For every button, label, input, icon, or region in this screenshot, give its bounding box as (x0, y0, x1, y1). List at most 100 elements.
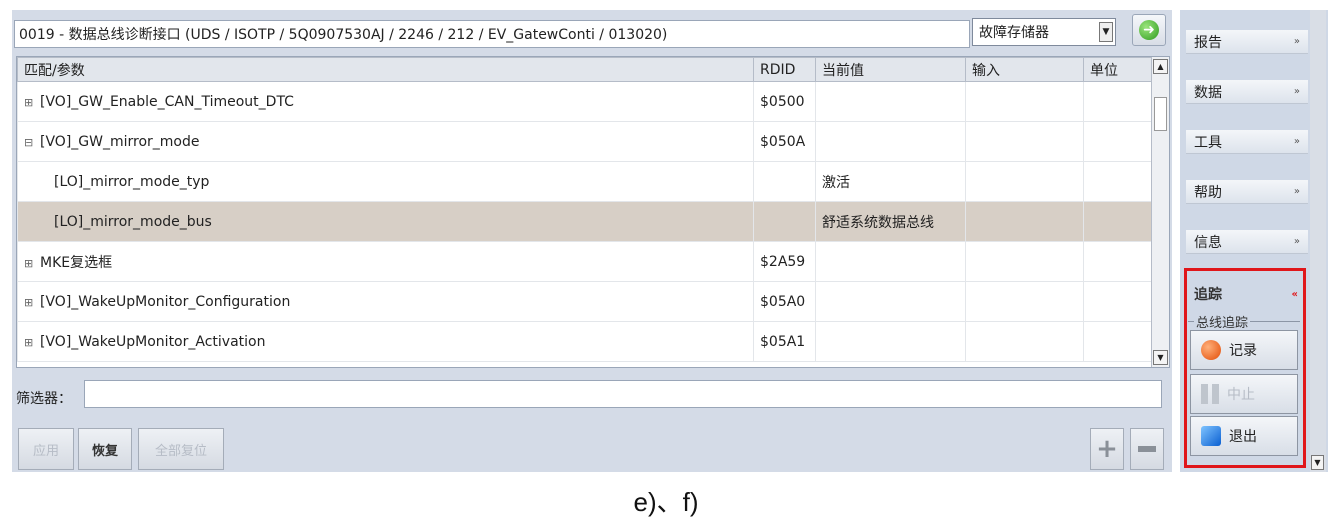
expand-icon[interactable]: ⊞ (24, 257, 34, 270)
expand-icon[interactable]: ⊞ (24, 296, 34, 309)
table-header-row: 匹配/参数 RDID 当前值 输入 单位 (17, 57, 1152, 82)
exit-label: 退出 (1229, 429, 1257, 445)
input-cell[interactable] (965, 121, 1084, 162)
exit-button[interactable]: 退出 (1190, 416, 1298, 456)
scroll-thumb[interactable] (1154, 97, 1167, 131)
unit-cell (1083, 321, 1152, 362)
adaptation-table: 匹配/参数 RDID 当前值 输入 单位 ⊞ [VO]_GW_Enable_CAN… (16, 56, 1170, 368)
table-row[interactable]: ⊟ [VO]_GW_mirror_mode $050A (17, 121, 1152, 162)
apply-button[interactable]: 应用 (18, 428, 74, 470)
value-cell: 舒适系统数据总线 (815, 201, 966, 242)
rdid-cell: $0500 (753, 81, 816, 122)
sidebar-item-label: 报告 (1194, 34, 1222, 51)
chevron-down-icon[interactable]: ▼ (1099, 22, 1113, 42)
value-cell (815, 121, 966, 162)
reset-all-button[interactable]: 全部复位 (138, 428, 224, 470)
scroll-up-icon[interactable]: ▲ (1153, 59, 1168, 74)
plus-icon: + (1096, 434, 1118, 464)
input-cell[interactable] (965, 201, 1084, 242)
column-header-unit[interactable]: 单位 (1083, 57, 1152, 82)
column-header-input[interactable]: 输入 (965, 57, 1084, 82)
column-header-parameter[interactable]: 匹配/参数 (17, 57, 754, 82)
chevron-down-icon: » (1293, 236, 1300, 247)
input-cell[interactable] (965, 81, 1084, 122)
unit-cell (1083, 201, 1152, 242)
table-row[interactable]: ⊞ [VO]_WakeUpMonitor_Activation $05A1 (17, 321, 1152, 362)
table-row-selected[interactable]: [LO]_mirror_mode_bus 舒适系统数据总线 (17, 201, 1152, 242)
value-cell (815, 81, 966, 122)
rdid-cell: $05A0 (753, 281, 816, 322)
arrow-right-icon: ➜ (1139, 20, 1159, 40)
table-row[interactable]: ⊞ [VO]_GW_Enable_CAN_Timeout_DTC $0500 (17, 81, 1152, 122)
sidebar-item-info[interactable]: 信息 » (1186, 230, 1308, 254)
scroll-down-icon[interactable]: ▼ (1311, 455, 1324, 470)
chevron-up-icon: « (1291, 288, 1298, 300)
param-name: [LO]_mirror_mode_typ (17, 161, 754, 202)
input-cell[interactable] (965, 161, 1084, 202)
sidebar-item-label: 帮助 (1194, 184, 1222, 201)
table-row[interactable]: [LO]_mirror_mode_typ 激活 (17, 161, 1152, 202)
param-name: [LO]_mirror_mode_bus (17, 201, 754, 242)
param-name: [VO]_GW_mirror_mode (40, 133, 200, 150)
module-title-bar: 0019 - 数据总线诊断接口 (UDS / ISOTP / 5Q0907530… (14, 20, 970, 48)
memory-select-value: 故障存储器 (979, 25, 1049, 41)
sidebar-item-trace[interactable]: 追踪 « (1186, 282, 1298, 306)
param-name: [VO]_GW_Enable_CAN_Timeout_DTC (40, 93, 294, 110)
sidebar-item-label: 信息 (1194, 234, 1222, 251)
value-cell: 激活 (815, 161, 966, 202)
sidebar-item-help[interactable]: 帮助 » (1186, 180, 1308, 204)
sidebar-item-data[interactable]: 数据 » (1186, 80, 1308, 104)
param-name: [VO]_WakeUpMonitor_Activation (40, 333, 266, 350)
restore-button[interactable]: 恢复 (78, 428, 132, 470)
record-icon (1201, 340, 1221, 360)
input-cell[interactable] (965, 241, 1084, 282)
memory-select[interactable]: 故障存储器 ▼ (972, 18, 1116, 46)
table-row[interactable]: ⊞ [VO]_WakeUpMonitor_Configuration $05A0 (17, 281, 1152, 322)
value-cell (815, 321, 966, 362)
unit-cell (1083, 81, 1152, 122)
input-cell[interactable] (965, 321, 1084, 362)
pause-icon (1201, 384, 1219, 404)
rdid-cell (753, 201, 816, 242)
rdid-cell: $05A1 (753, 321, 816, 362)
rdid-cell: $2A59 (753, 241, 816, 282)
diagnostic-panel: 0019 - 数据总线诊断接口 (UDS / ISOTP / 5Q0907530… (12, 10, 1172, 472)
value-cell (815, 281, 966, 322)
right-sidebar: 报告 » 数据 » 工具 » 帮助 » 信息 » 追踪 « 总线追踪 记录 中止… (1180, 10, 1328, 472)
column-header-rdid[interactable]: RDID (753, 57, 816, 82)
chevron-down-icon: » (1293, 86, 1300, 97)
record-button[interactable]: 记录 (1190, 330, 1298, 370)
input-cell[interactable] (965, 281, 1084, 322)
chevron-down-icon: » (1293, 186, 1300, 197)
remove-button[interactable] (1130, 428, 1164, 470)
sidebar-item-report[interactable]: 报告 » (1186, 30, 1308, 54)
unit-cell (1083, 281, 1152, 322)
sidebar-scrollbar[interactable]: ▼ (1310, 10, 1326, 472)
figure-caption: e)、f) (633, 487, 699, 517)
rdid-cell (753, 161, 816, 202)
expand-icon[interactable]: ⊞ (24, 96, 34, 109)
rdid-cell: $050A (753, 121, 816, 162)
go-button[interactable]: ➜ (1132, 14, 1166, 46)
expand-icon[interactable]: ⊞ (24, 336, 34, 349)
column-header-current-value[interactable]: 当前值 (815, 57, 966, 82)
scroll-down-icon[interactable]: ▼ (1153, 350, 1168, 365)
stop-label: 中止 (1227, 387, 1255, 403)
collapse-icon[interactable]: ⊟ (24, 136, 34, 149)
value-cell (815, 241, 966, 282)
unit-cell (1083, 121, 1152, 162)
sidebar-item-label: 工具 (1194, 134, 1222, 151)
chevron-down-icon: » (1293, 136, 1300, 147)
table-row[interactable]: ⊞ MKE复选框 $2A59 (17, 241, 1152, 282)
minus-icon (1138, 446, 1156, 452)
chevron-down-icon: » (1293, 36, 1300, 47)
table-scrollbar[interactable]: ▲ ▼ (1151, 57, 1169, 367)
filter-input[interactable] (84, 380, 1162, 408)
exit-icon (1201, 426, 1221, 446)
bus-trace-group-label: 总线追踪 (1194, 312, 1251, 331)
sidebar-item-tools[interactable]: 工具 » (1186, 130, 1308, 154)
filter-label: 筛选器： (16, 391, 72, 407)
stop-button[interactable]: 中止 (1190, 374, 1298, 414)
sidebar-item-label: 数据 (1194, 84, 1222, 101)
add-button[interactable]: + (1090, 428, 1124, 470)
